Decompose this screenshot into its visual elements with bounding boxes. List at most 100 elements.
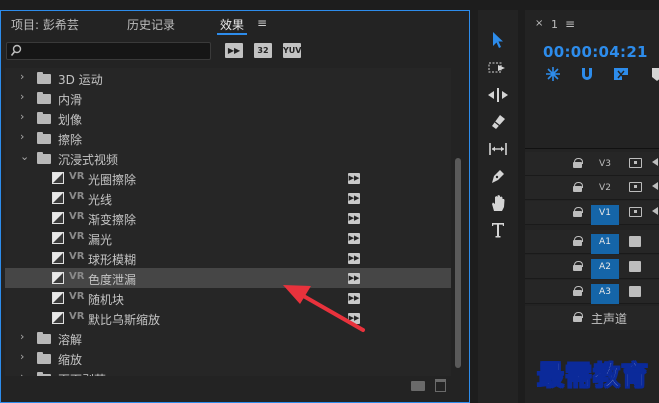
- folder-icon: [37, 372, 51, 376]
- tab-project[interactable]: 项目: 彭希芸: [11, 16, 79, 33]
- track-target-toggle[interactable]: V3: [591, 156, 619, 176]
- selection-tool-icon[interactable]: [484, 28, 512, 52]
- ripple-edit-tool-icon[interactable]: [484, 83, 512, 107]
- mute-icon[interactable]: [629, 286, 641, 297]
- effect-row[interactable]: VR 色度泄漏 ▶▶: [5, 268, 451, 288]
- playhead-timecode[interactable]: 00:00:04:21: [543, 43, 648, 61]
- folder-row[interactable]: ⌄ 沉浸式视频: [5, 148, 451, 168]
- effects-bottom-bar: [1, 377, 469, 403]
- transition-icon: [52, 292, 64, 304]
- folder-row[interactable]: › 页面剥落: [5, 368, 451, 376]
- vr-badge: VR: [69, 311, 85, 322]
- effect-label: 渐变擦除: [88, 213, 137, 227]
- chevron-right-icon[interactable]: ›: [20, 110, 24, 123]
- chevron-right-icon[interactable]: ›: [20, 70, 24, 83]
- toggle-output-icon[interactable]: [629, 207, 642, 217]
- track-header-a3[interactable]: A3: [525, 280, 659, 304]
- snap-icon[interactable]: [579, 66, 595, 82]
- folder-row[interactable]: › 缩放: [5, 348, 451, 368]
- lock-icon[interactable]: [573, 236, 583, 246]
- chevron-right-icon[interactable]: ›: [20, 130, 24, 143]
- chevron-right-icon[interactable]: ›: [20, 330, 24, 343]
- mute-icon[interactable]: [629, 261, 641, 272]
- panel-menu-icon[interactable]: ≡: [565, 17, 575, 31]
- vr-badge: VR: [69, 271, 85, 282]
- trash-icon[interactable]: [435, 379, 446, 392]
- slip-tool-icon[interactable]: [484, 137, 512, 161]
- track-header-v3[interactable]: V3: [525, 152, 659, 176]
- track-target-toggle[interactable]: A3: [591, 284, 619, 304]
- effect-row[interactable]: VR 默比乌斯缩放 ▶▶: [5, 308, 451, 328]
- accelerated-effect-icon: ▶▶: [348, 313, 360, 324]
- mute-icon[interactable]: [629, 236, 641, 247]
- transition-icon: [52, 172, 64, 184]
- accelerated-effect-icon: ▶▶: [348, 253, 360, 264]
- lock-icon[interactable]: [573, 182, 583, 192]
- track-target-toggle[interactable]: A1: [591, 234, 619, 254]
- search-icon: [10, 44, 22, 57]
- tab-sequence[interactable]: 1: [551, 18, 558, 31]
- chevron-right-icon[interactable]: ›: [20, 90, 24, 103]
- accelerated-effect-icon: ▶▶: [348, 173, 360, 184]
- linked-selection-icon[interactable]: [613, 66, 629, 82]
- effect-label: 光圈擦除: [88, 173, 137, 187]
- effect-row[interactable]: VR 渐变擦除 ▶▶: [5, 208, 451, 228]
- effect-row[interactable]: VR 随机块 ▶▶: [5, 288, 451, 308]
- expand-arrow-icon[interactable]: [652, 158, 658, 166]
- accelerated-effects-filter-icon[interactable]: ▶▶: [225, 43, 243, 58]
- track-header-v2[interactable]: V2: [525, 176, 659, 200]
- transition-icon: [52, 312, 64, 324]
- nest-sequence-icon[interactable]: [545, 66, 561, 82]
- track-target-toggle[interactable]: V1: [591, 205, 619, 225]
- lock-icon[interactable]: [573, 158, 583, 168]
- toggle-output-icon[interactable]: [629, 158, 642, 168]
- vr-badge: VR: [69, 291, 85, 302]
- yuv-filter-icon[interactable]: YUV: [283, 43, 301, 58]
- 32bit-filter-icon[interactable]: 32: [254, 43, 272, 58]
- pen-tool-icon[interactable]: [484, 164, 512, 188]
- track-header-a1[interactable]: A1: [525, 230, 659, 254]
- track-target-toggle[interactable]: V2: [591, 180, 619, 200]
- effect-row[interactable]: VR 球形模糊 ▶▶: [5, 248, 451, 268]
- chevron-right-icon[interactable]: ›: [20, 350, 24, 363]
- toggle-output-icon[interactable]: [629, 182, 642, 192]
- hand-tool-icon[interactable]: [484, 191, 512, 215]
- track-select-tool-icon[interactable]: [484, 56, 512, 80]
- lock-icon[interactable]: [573, 312, 583, 322]
- scrollbar-thumb[interactable]: [455, 158, 461, 368]
- folder-label: 缩放: [58, 353, 83, 367]
- search-input[interactable]: [6, 42, 211, 60]
- expand-arrow-icon[interactable]: [652, 207, 658, 215]
- effect-row[interactable]: VR 光圈擦除 ▶▶: [5, 168, 451, 188]
- effects-scrollbar[interactable]: [454, 68, 462, 376]
- add-marker-icon[interactable]: [649, 66, 659, 82]
- chevron-right-icon[interactable]: ›: [20, 370, 24, 376]
- razor-tool-icon[interactable]: [484, 110, 512, 134]
- lock-icon[interactable]: [573, 286, 583, 296]
- track-header-v1[interactable]: V1: [525, 201, 659, 225]
- track-target-toggle[interactable]: A2: [591, 259, 619, 279]
- tab-effects[interactable]: 效果: [220, 16, 244, 33]
- transition-icon: [52, 252, 64, 264]
- panel-menu-icon[interactable]: ≡: [257, 16, 267, 30]
- close-icon[interactable]: ×: [535, 18, 543, 29]
- lock-icon[interactable]: [573, 207, 583, 217]
- folder-row[interactable]: › 擦除: [5, 128, 451, 148]
- expand-arrow-icon[interactable]: [652, 182, 658, 190]
- track-header-a2[interactable]: A2: [525, 255, 659, 279]
- effect-row[interactable]: VR 光线 ▶▶: [5, 188, 451, 208]
- folder-row[interactable]: › 划像: [5, 108, 451, 128]
- timeline-toolbar: [545, 66, 659, 82]
- vr-badge: VR: [69, 171, 85, 182]
- folder-row[interactable]: › 溶解: [5, 328, 451, 348]
- transition-icon: [52, 192, 64, 204]
- folder-row[interactable]: › 3D 运动: [5, 68, 451, 88]
- tab-history[interactable]: 历史记录: [127, 16, 175, 33]
- vr-badge: VR: [69, 191, 85, 202]
- chevron-down-icon[interactable]: ⌄: [20, 150, 29, 163]
- effect-row[interactable]: VR 漏光 ▶▶: [5, 228, 451, 248]
- folder-row[interactable]: › 内滑: [5, 88, 451, 108]
- new-folder-icon[interactable]: [411, 381, 425, 391]
- type-tool-icon[interactable]: [484, 218, 512, 242]
- lock-icon[interactable]: [573, 261, 583, 271]
